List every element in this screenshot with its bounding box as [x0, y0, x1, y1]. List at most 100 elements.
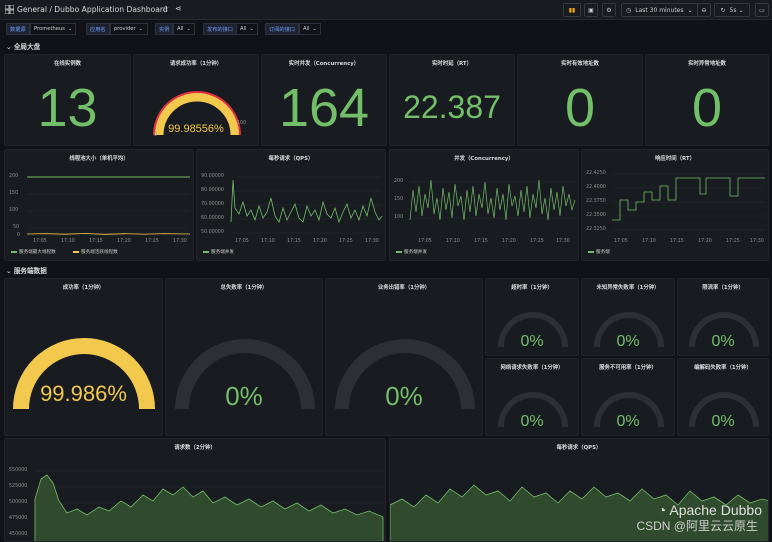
- filter-label-published: 发布的接口: [203, 23, 237, 35]
- panel-concurrency-series[interactable]: 并发（Concurrency） 200 150 100 17:05 17:10 …: [389, 149, 579, 261]
- y-tick: 50: [13, 225, 20, 230]
- x-tick: 17:25: [339, 239, 353, 244]
- panel-network-fail[interactable]: 网络请求失败率（1分钟） 0%: [485, 358, 579, 436]
- legend-item[interactable]: 服务端: [588, 249, 610, 255]
- legend-item[interactable]: 服务端并发: [396, 249, 427, 255]
- x-tick: 17:10: [642, 239, 656, 244]
- qps-plot: [230, 176, 383, 234]
- row-title: 全局大盘: [13, 43, 41, 51]
- refresh-picker[interactable]: ↻ 5s ⌄: [714, 3, 750, 17]
- time-range-picker[interactable]: ◷ Last 30 minutes ⌄: [621, 3, 705, 17]
- panel-valid-addresses[interactable]: 实时有效地址数 0: [517, 54, 643, 146]
- gauge-biz-error: [335, 339, 475, 410]
- series-active-threads: [26, 233, 191, 235]
- panel-invalid-addresses[interactable]: 实时异常地址数 0: [645, 54, 769, 146]
- panel-threadpool[interactable]: 线程池大小（单机平均） 200 150 100 50 0 17:05 17:10…: [4, 149, 194, 261]
- clock-icon: ◷: [626, 6, 632, 14]
- filter-select-subscribed[interactable]: All ⌄: [299, 23, 321, 35]
- panel-codec-fail[interactable]: 编解码失败率（1分钟） 0%: [677, 358, 769, 436]
- gauge-max: 100: [237, 121, 247, 126]
- bar-chart-icon: ▮▮: [568, 6, 576, 14]
- x-tick: 17:20: [117, 239, 131, 244]
- x-tick: 17:05: [418, 239, 432, 244]
- x-tick: 17:15: [670, 239, 684, 244]
- x-tick: 17:10: [446, 239, 460, 244]
- y-tick: 150: [394, 197, 404, 202]
- dashboards-grid-icon[interactable]: [5, 5, 14, 14]
- panel-provider-total-fail[interactable]: 总失败率（1分钟） 0%: [165, 278, 323, 436]
- stat-value: 22.387: [403, 89, 501, 125]
- panel-title: 在线实例数: [54, 61, 81, 67]
- legend-item[interactable]: 服务端并发: [203, 249, 234, 255]
- gauge-value: 0%: [385, 381, 423, 411]
- row-title: 服务端数据: [13, 267, 47, 275]
- gauge-value: 0%: [616, 413, 640, 430]
- filter-select-instance[interactable]: All ⌄: [173, 23, 195, 35]
- watermark-brand: ◔ Apache Dubbo: [658, 502, 762, 518]
- panel-concurrency[interactable]: 实时并发（Concurrency） 164: [261, 54, 387, 146]
- star-icon[interactable]: ☆: [162, 4, 169, 13]
- x-tick: 17:15: [287, 239, 301, 244]
- x-tick: 17:30: [365, 239, 379, 244]
- y-tick: 150: [9, 191, 19, 196]
- save-button[interactable]: ▣: [584, 3, 598, 17]
- gauge-value: 0%: [711, 413, 735, 430]
- panel-unknown-fail[interactable]: 未知异常失败率（1分钟） 0%: [581, 278, 675, 356]
- legend-item[interactable]: 服务端活跃线程数: [73, 249, 118, 255]
- rt-plot: [612, 173, 765, 231]
- filter-label-datasource: 数据源: [6, 23, 30, 35]
- zoom-out-button[interactable]: ⊖: [697, 3, 711, 17]
- variables-bar: 数据源 Prometheus ⌄ 应用名 provider ⌄ 实例 All ⌄ 发布…: [0, 20, 772, 38]
- tv-mode-button[interactable]: ▭: [755, 3, 769, 17]
- panel-limit[interactable]: 限流率（1分钟） 0%: [677, 278, 769, 356]
- panel-instances[interactable]: 在线实例数 13: [4, 54, 131, 146]
- panel-success-rate[interactable]: 请求成功率（1分钟） 99.98556% 0 100: [133, 54, 259, 146]
- series-requests-area: [34, 474, 384, 541]
- x-tick: 17:30: [173, 239, 187, 244]
- panel-timeout[interactable]: 超时率（1分钟） 0%: [485, 278, 579, 356]
- filter-value: All: [177, 26, 184, 32]
- legend-label: 服务端活跃线程数: [81, 250, 118, 255]
- dashboard-title[interactable]: General / Dubbo Application Dashboard: [17, 5, 168, 14]
- stat-value: 0: [691, 78, 723, 138]
- filter-label-app: 应用名: [86, 23, 110, 35]
- chevron-down-icon: ⌄: [312, 26, 317, 32]
- filter-value: Prometheus: [34, 26, 65, 32]
- x-tick: 17:30: [750, 239, 764, 244]
- series-qps: [230, 179, 383, 224]
- y-tick: 90.00000: [201, 174, 224, 179]
- gauge-value: 0%: [711, 333, 735, 350]
- panel-rt[interactable]: 实时时延（RT） 22.387: [389, 54, 515, 146]
- row-header-provider[interactable]: ⌄ 服务端数据: [6, 265, 47, 275]
- legend-label: 服务端最大线程数: [19, 250, 56, 255]
- x-tick: 17:20: [313, 239, 327, 244]
- y-tick: 0: [17, 233, 21, 238]
- filter-select-datasource[interactable]: Prometheus ⌄: [30, 23, 76, 35]
- gauge-provider-success: [13, 337, 155, 410]
- panel-requests[interactable]: 请求数（2分钟） 550000 525000 500000 475000 450…: [4, 438, 386, 542]
- share-icon[interactable]: ⋖: [175, 4, 182, 13]
- panel-provider-success[interactable]: 成功率（1分钟） 99.986%: [4, 278, 163, 436]
- y-tick: 100: [394, 215, 404, 220]
- filter-select-published[interactable]: All ⌄: [236, 23, 258, 35]
- panel-unavailable[interactable]: 服务不可用率（1分钟） 0%: [581, 358, 675, 436]
- settings-button[interactable]: ⚙: [602, 3, 616, 17]
- row-header-overview[interactable]: ⌄ 全局大盘: [6, 41, 40, 51]
- requests-plot: [34, 470, 384, 541]
- filter-select-app[interactable]: provider ⌄: [110, 23, 148, 35]
- watermark-source: CSDN @阿里云云原生: [636, 519, 758, 533]
- filter-value: All: [303, 26, 310, 32]
- y-tick: 525000: [9, 484, 28, 489]
- gauge-value: 0%: [225, 381, 263, 411]
- panel-provider-biz-error[interactable]: 业务出错率（1分钟） 0%: [325, 278, 483, 436]
- x-tick: 17:25: [145, 239, 159, 244]
- panel-title: 实时并发（Concurrency）: [288, 61, 360, 67]
- panel-qps[interactable]: 每秒请求（QPS） 90.00000 80.00000 70.00000 60.…: [196, 149, 386, 261]
- panel-rt-series[interactable]: 响应时间（RT） 22.4250 22.4000 22.3750 22.3500…: [581, 149, 769, 261]
- chevron-down-icon: ⌄: [138, 26, 143, 32]
- x-tick: 17:05: [614, 239, 628, 244]
- legend-swatch: [11, 251, 17, 253]
- x-tick: 17:20: [698, 239, 712, 244]
- legend-item[interactable]: 服务端最大线程数: [11, 249, 56, 255]
- add-panel-button[interactable]: ▮▮: [563, 3, 581, 17]
